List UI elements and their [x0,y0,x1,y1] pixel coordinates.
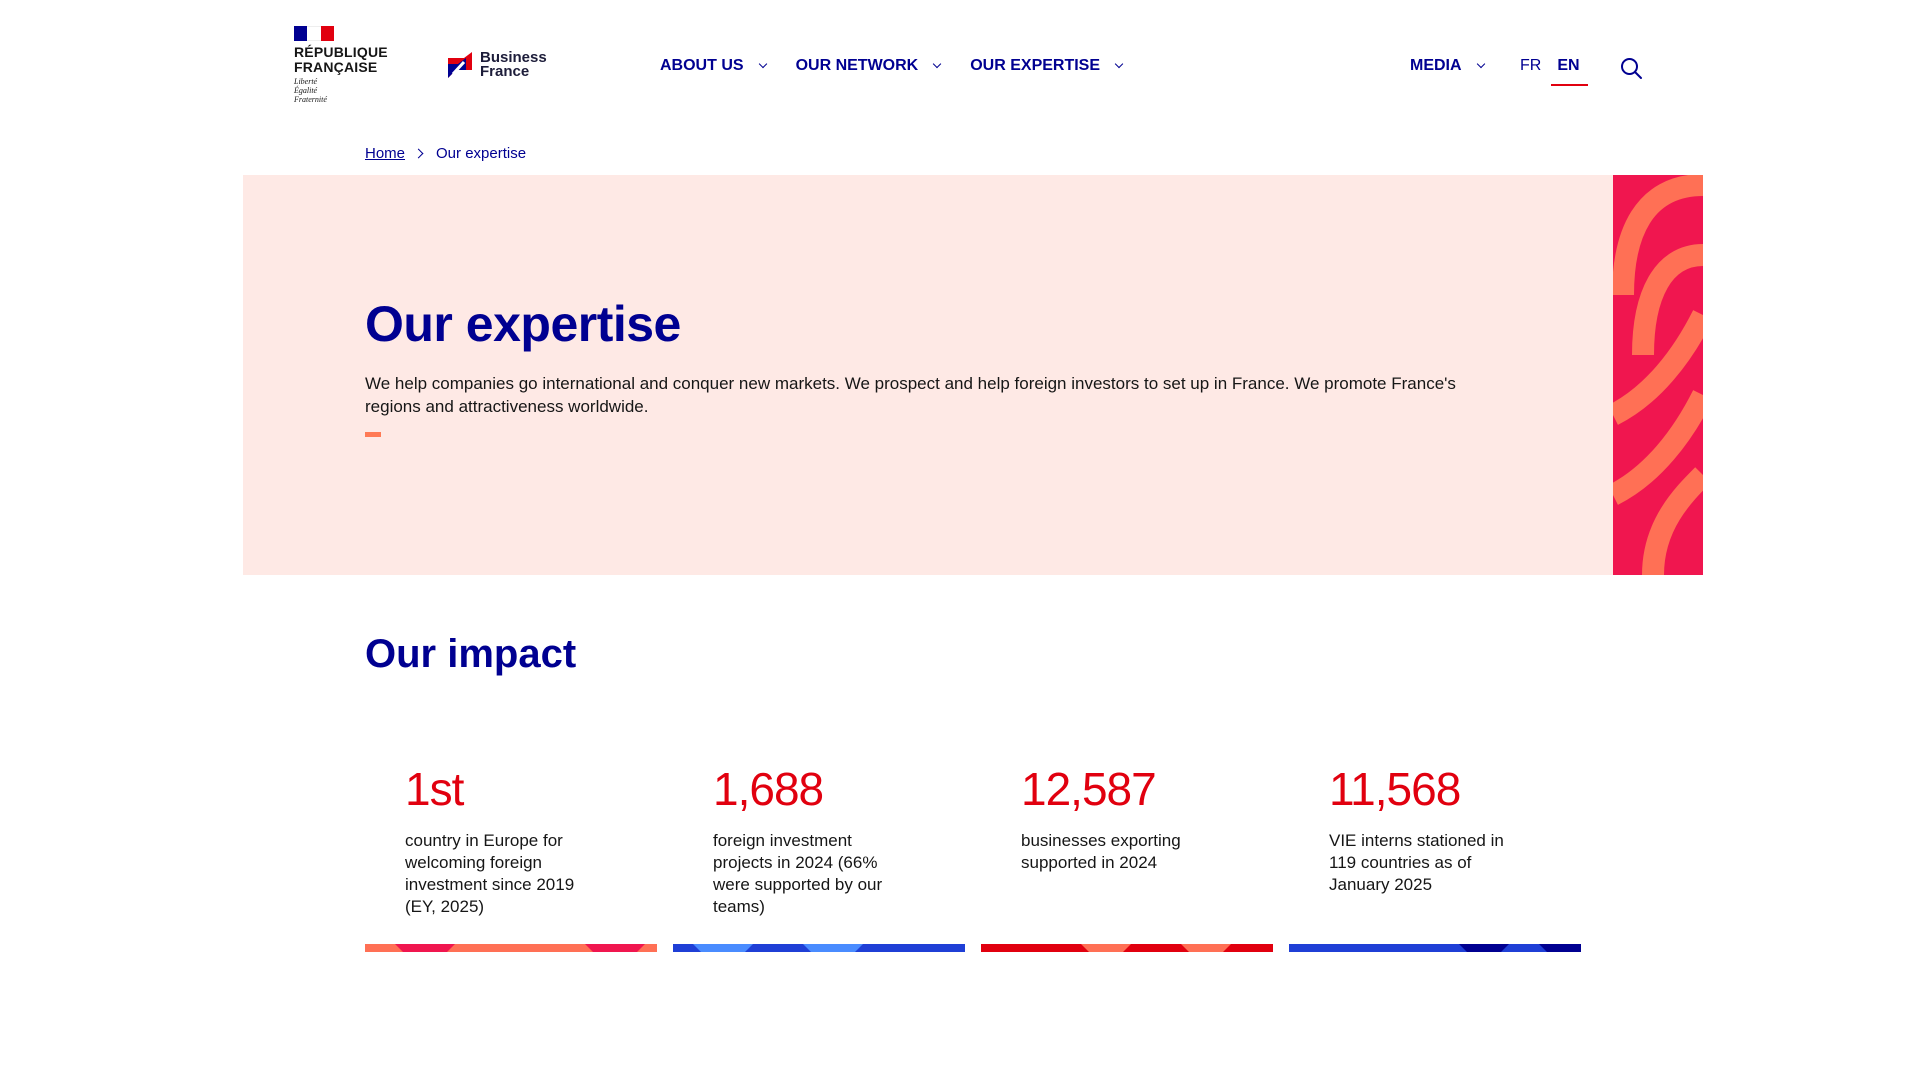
french-flag-icon [294,26,334,41]
republic-motto: Liberté Égalité Fraternité [294,77,327,104]
stat-description: country in Europe for welcoming foreign … [405,831,575,916]
stat-card: 11,568 VIE interns stationed in 119 coun… [1289,762,1581,952]
nav-our-network[interactable]: OUR NETWORK [795,57,942,75]
republique-francaise-logo[interactable]: RÉPUBLIQUE FRANÇAISE Liberté Égalité Fra… [294,26,394,104]
stat-card: 1,688 foreign investment projects in 202… [673,762,965,952]
page-title: Our expertise [365,296,681,352]
accent-dash [365,432,381,437]
chevron-down-icon [1114,59,1124,69]
hero-decorative-pattern [1613,175,1703,575]
business-france-name: Business France [480,49,547,80]
breadcrumb: Home Our expertise [365,145,526,162]
nav-about-us-label: ABOUT US [660,57,744,74]
nav-media[interactable]: MEDIA [1410,57,1485,75]
stat-value: 12,587 [1021,763,1157,815]
stat-description: foreign investment projects in 2024 (66%… [713,831,883,916]
republic-name: RÉPUBLIQUE FRANÇAISE [294,44,388,75]
nav-about-us[interactable]: ABOUT US [660,57,767,75]
search-button[interactable] [1619,56,1643,80]
chevron-down-icon [758,59,767,69]
stat-card: 1st country in Europe for welcoming fore… [365,762,657,952]
impact-stats: 1st country in Europe for welcoming fore… [365,762,1581,952]
stat-card: 12,587 businesses exporting supported in… [981,762,1273,952]
nav-our-network-label: OUR NETWORK [795,57,919,74]
stat-value: 1,688 [713,763,824,815]
nav-our-expertise[interactable]: OUR EXPERTISE [970,57,1124,75]
breadcrumb-current: Our expertise [436,145,527,162]
business-france-logo[interactable]: Business France [444,50,547,80]
stat-decorative-bar [365,944,657,952]
stat-description: VIE interns stationed in 119 countries a… [1329,831,1504,894]
business-france-mark-icon [444,50,474,80]
search-icon [1621,58,1642,79]
nav-our-expertise-label: OUR EXPERTISE [970,57,1101,74]
hero-description: We help companies go international and c… [365,374,1456,416]
chevron-right-icon [413,148,424,159]
stat-decorative-bar [1289,944,1581,952]
lang-fr-link[interactable]: FR [1520,57,1541,75]
breadcrumb-home-link[interactable]: Home [365,145,405,162]
lang-en-link[interactable]: EN [1551,57,1588,86]
stat-description: businesses exporting supported in 2024 [1021,831,1181,872]
chevron-down-icon [932,59,942,69]
site-header: RÉPUBLIQUE FRANÇAISE Liberté Égalité Fra… [0,0,1920,130]
stat-decorative-bar [673,944,965,952]
stat-value: 1st [405,763,464,815]
stat-decorative-bar [981,944,1273,952]
stat-value: 11,568 [1329,763,1461,815]
nav-media-label: MEDIA [1410,57,1462,74]
chevron-down-icon [1476,59,1485,69]
language-switcher: FR EN [1520,57,1588,86]
main-nav: ABOUT US OUR NETWORK OUR EXPERTISE [660,57,1152,75]
impact-section-title: Our impact [365,632,577,676]
